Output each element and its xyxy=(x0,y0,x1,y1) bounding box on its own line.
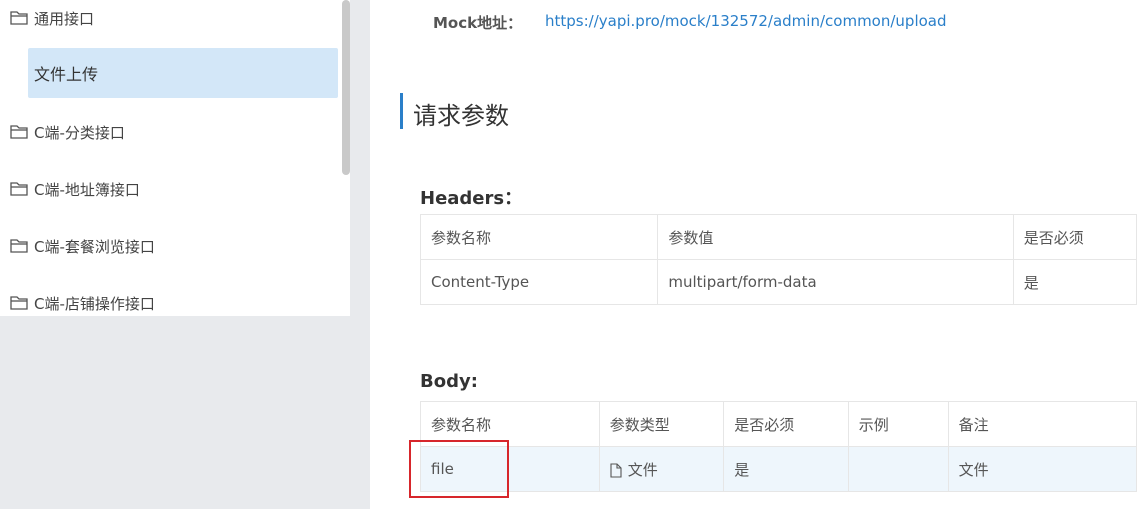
mock-label: Mock地址： xyxy=(433,14,523,32)
body-table: 参数名称 参数类型 是否必须 示例 备注 file 文件 是 文件 xyxy=(420,401,1137,492)
table-cell: 是 xyxy=(1013,259,1137,305)
table-cell: 是 xyxy=(723,446,849,492)
folder-icon xyxy=(10,296,28,310)
sidebar-item-common[interactable]: 通用接口 xyxy=(10,7,94,29)
red-highlight-box xyxy=(409,440,509,498)
file-icon xyxy=(610,462,622,478)
table-header-cell: 备注 xyxy=(948,401,1137,447)
sidebar-subitem-file-upload[interactable]: 文件上传 xyxy=(28,48,338,98)
table-cell xyxy=(848,446,949,492)
table-header-cell: 是否必须 xyxy=(723,401,849,447)
table-cell: Content-Type xyxy=(420,259,659,305)
section-accent-bar xyxy=(400,93,403,129)
table-cell: 文件 xyxy=(948,446,1137,492)
folder-icon xyxy=(10,239,28,253)
sidebar-item-label: C端-分类接口 xyxy=(34,123,125,142)
section-title: 请求参数 xyxy=(413,102,509,130)
table-header-row: 参数名称 参数值 是否必须 xyxy=(420,214,1137,260)
headers-title: Headers： xyxy=(420,188,523,209)
table-cell: multipart/form-data xyxy=(657,259,1014,305)
sidebar-item-label: 通用接口 xyxy=(34,9,95,28)
sidebar-item-label: C端-套餐浏览接口 xyxy=(34,237,155,256)
table-row: file 文件 是 文件 xyxy=(420,446,1137,492)
sidebar-scrollbar[interactable] xyxy=(342,0,350,175)
table-row: Content-Type multipart/form-data 是 xyxy=(420,259,1137,305)
table-header-cell: 参数类型 xyxy=(599,401,725,447)
folder-icon xyxy=(10,125,28,139)
folder-icon xyxy=(10,11,28,25)
sidebar: 通用接口 文件上传 C端-分类接口 C端-地址簿接口 C端-套餐浏览接口 C端-… xyxy=(0,0,350,316)
main-content: Mock地址： https://yapi.pro/mock/132572/adm… xyxy=(370,0,1137,509)
table-header-row: 参数名称 参数类型 是否必须 示例 备注 xyxy=(420,401,1137,447)
sidebar-item-setmeal[interactable]: C端-套餐浏览接口 xyxy=(10,235,155,257)
mock-url-link[interactable]: https://yapi.pro/mock/132572/admin/commo… xyxy=(545,12,947,30)
sidebar-item-label: C端-地址簿接口 xyxy=(34,180,140,199)
table-header-cell: 示例 xyxy=(848,401,949,447)
sidebar-subitem-label: 文件上传 xyxy=(34,65,99,84)
table-cell-type: 文件 xyxy=(599,446,725,492)
table-header-cell: 参数值 xyxy=(657,214,1014,260)
sidebar-item-address[interactable]: C端-地址簿接口 xyxy=(10,178,140,200)
folder-icon xyxy=(10,182,28,196)
table-header-cell: 参数名称 xyxy=(420,214,659,260)
sidebar-item-category[interactable]: C端-分类接口 xyxy=(10,121,125,143)
sidebar-item-label: C端-店铺操作接口 xyxy=(34,294,155,313)
sidebar-item-shop[interactable]: C端-店铺操作接口 xyxy=(10,292,155,314)
headers-table: 参数名称 参数值 是否必须 Content-Type multipart/for… xyxy=(420,214,1137,305)
body-title: Body: xyxy=(420,371,478,392)
table-header-cell: 是否必须 xyxy=(1013,214,1137,260)
table-cell-text: 文件 xyxy=(627,460,658,479)
